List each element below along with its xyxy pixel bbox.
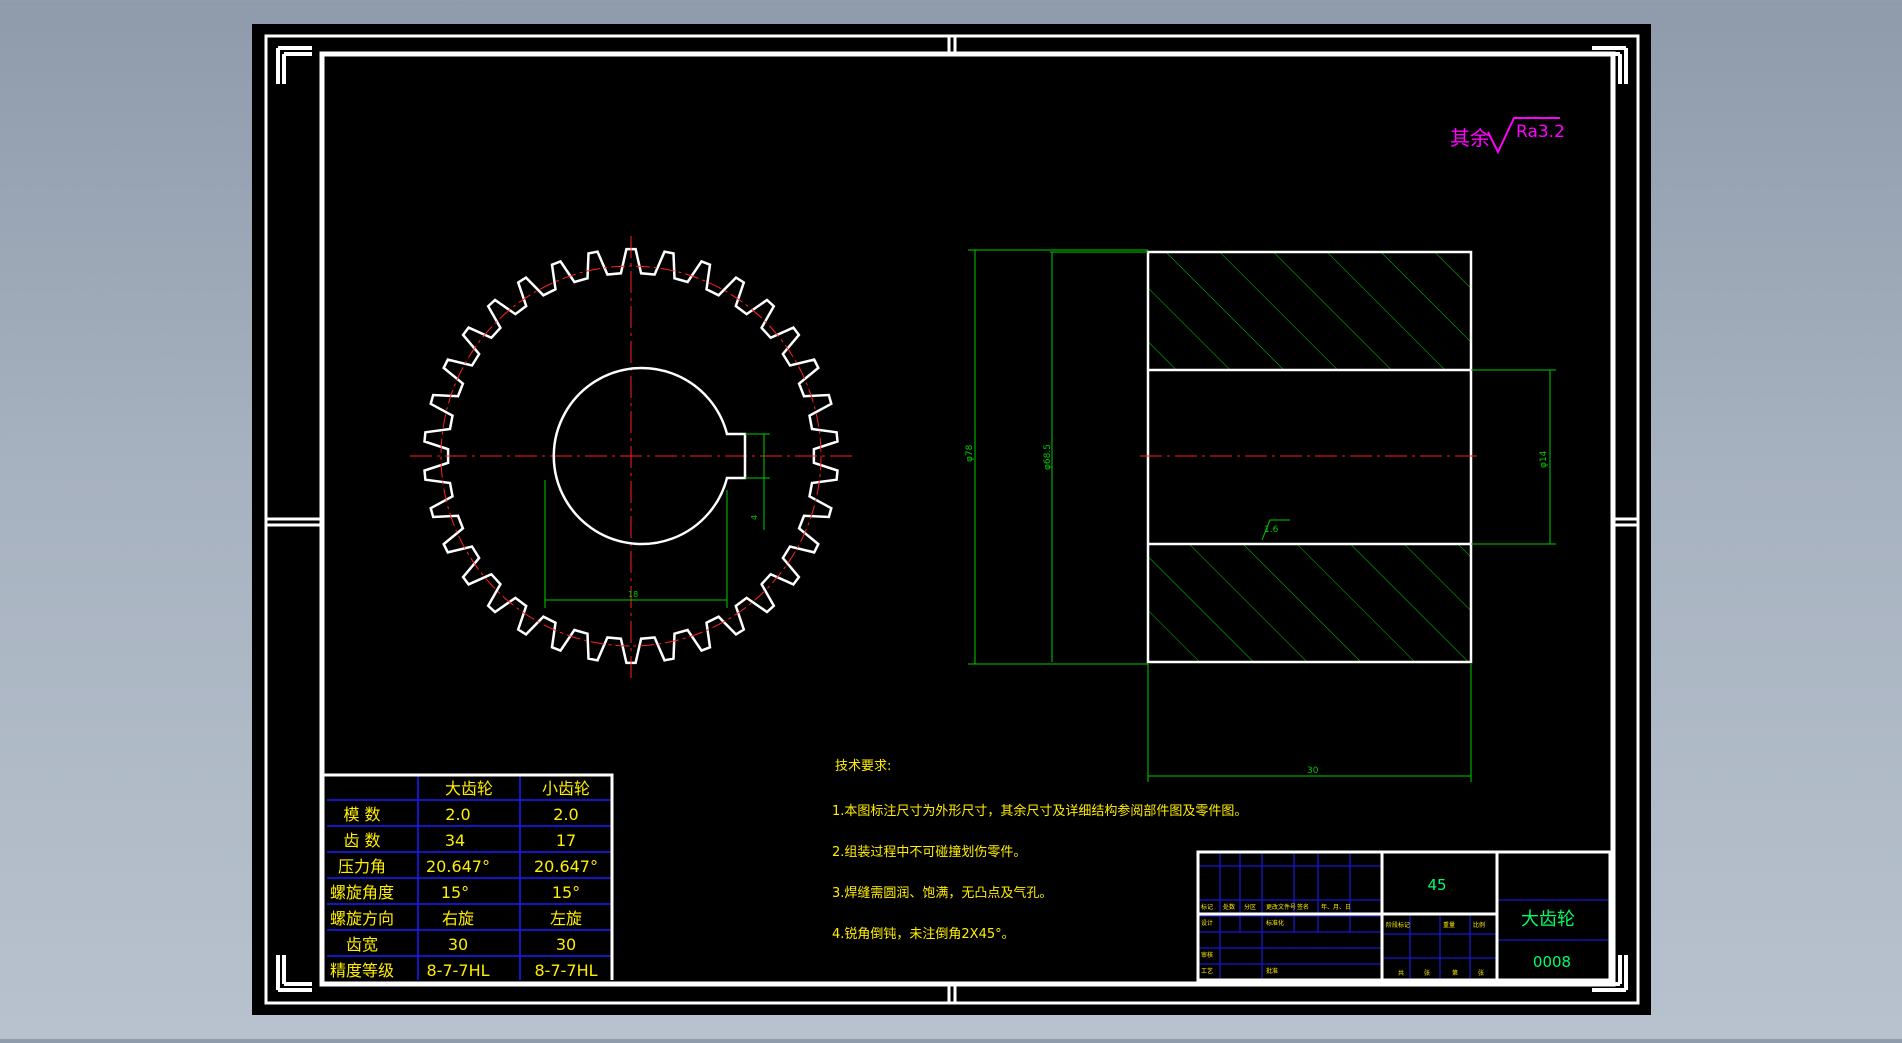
table-cell: 20.647°: [426, 857, 490, 876]
upper-hatch: [1148, 252, 1471, 370]
cad-viewport[interactable]: 其余 Ra3.2 4 18 φ78 φ68.5 φ14 30 1.6 技术要求:…: [0, 0, 1902, 1039]
roughness-value: Ra3.2: [1516, 122, 1565, 142]
table-header: 大齿轮: [445, 779, 493, 798]
part-name: 大齿轮: [1521, 909, 1575, 930]
title-block-label: 签名: [1297, 903, 1309, 911]
table-cell: 精度等级: [330, 961, 394, 980]
title-block-label: 张: [1478, 969, 1484, 977]
table-header: 小齿轮: [542, 779, 590, 798]
table-cell: 齿宽: [346, 935, 378, 954]
title-block-label: 处数: [1223, 903, 1235, 911]
table-cell: 模 数: [343, 805, 380, 824]
table-cell: 15°: [441, 883, 469, 902]
title-block-label: 张: [1424, 969, 1430, 977]
table-cell: 34: [445, 831, 465, 850]
drawing-number: 0008: [1533, 953, 1571, 971]
table-cell: 左旋: [550, 909, 582, 928]
title-block-label: 第: [1452, 969, 1458, 977]
title-block-label: 阶段标记: [1386, 921, 1410, 929]
keyway-width-dim: 4: [750, 515, 759, 520]
title-block-label: 标准化: [1266, 919, 1284, 927]
title-block-label: 年、月、日: [1321, 903, 1351, 911]
table-cell: 30: [556, 935, 576, 954]
bore-roughness-dim: 1.6: [1264, 525, 1279, 535]
table-cell: 8-7-7HL: [426, 961, 489, 980]
title-block-label: 设计: [1201, 919, 1213, 927]
table-cell: 30: [448, 935, 468, 954]
title-block-label: 标记: [1201, 903, 1213, 911]
gear-parameter-table: 大齿轮 小齿轮 模 数 2.0 2.0 齿 数 34 17 压力角 20.647…: [320, 773, 614, 980]
tech-req-item: 1.本图标注尺寸为外形尺寸，其余尺寸及详细结构参阅部件图及零件图。: [832, 803, 1247, 819]
tech-req-item: 2.组装过程中不可碰撞划伤零件。: [832, 845, 1026, 860]
bore-diameter-dim: φ14: [1539, 450, 1549, 468]
tech-req-item: 4.锐角倒钝，未注倒角2X45°。: [832, 927, 1015, 942]
roughness-prefix: 其余: [1450, 126, 1490, 150]
table-cell: 2.0: [445, 805, 470, 824]
table-cell: 17: [556, 831, 576, 850]
keyway-depth-dim: 18: [628, 590, 638, 599]
face-width-dim: 30: [1307, 766, 1319, 776]
table-cell: 15°: [552, 883, 580, 902]
lower-hatch: [1148, 544, 1471, 662]
title-block-label: 分区: [1244, 903, 1256, 911]
table-cell: 2.0: [553, 805, 578, 824]
title-block-label: 工艺: [1201, 967, 1213, 975]
table-cell: 压力角: [338, 857, 386, 876]
table-cell: 螺旋角度: [330, 883, 394, 902]
tech-req-heading: 技术要求:: [835, 759, 891, 774]
outer-diameter-dim: φ78: [965, 444, 975, 462]
drawing-canvas: 其余 Ra3.2 4 18 φ78 φ68.5 φ14 30 1.6 技术要求:…: [252, 24, 1651, 1015]
title-block-label: 共: [1398, 969, 1404, 977]
tech-req-item: 3.焊缝需圆润、饱满，无凸点及气孔。: [832, 885, 1052, 901]
table-cell: 螺旋方向: [330, 909, 394, 928]
table-cell: 右旋: [442, 909, 474, 928]
pitch-diameter-dim: φ68.5: [1043, 444, 1053, 470]
table-cell: 20.647°: [534, 857, 598, 876]
title-block-label: 更改文件号: [1266, 903, 1296, 911]
table-cell: 齿 数: [343, 831, 380, 850]
title-block-label: 审核: [1201, 951, 1213, 959]
title-block-label: 重量: [1443, 921, 1455, 929]
table-cell: 8-7-7HL: [534, 961, 597, 980]
title-block-label: 批准: [1266, 967, 1278, 975]
material-value: 45: [1427, 876, 1446, 894]
title-block-label: 比例: [1473, 921, 1485, 929]
